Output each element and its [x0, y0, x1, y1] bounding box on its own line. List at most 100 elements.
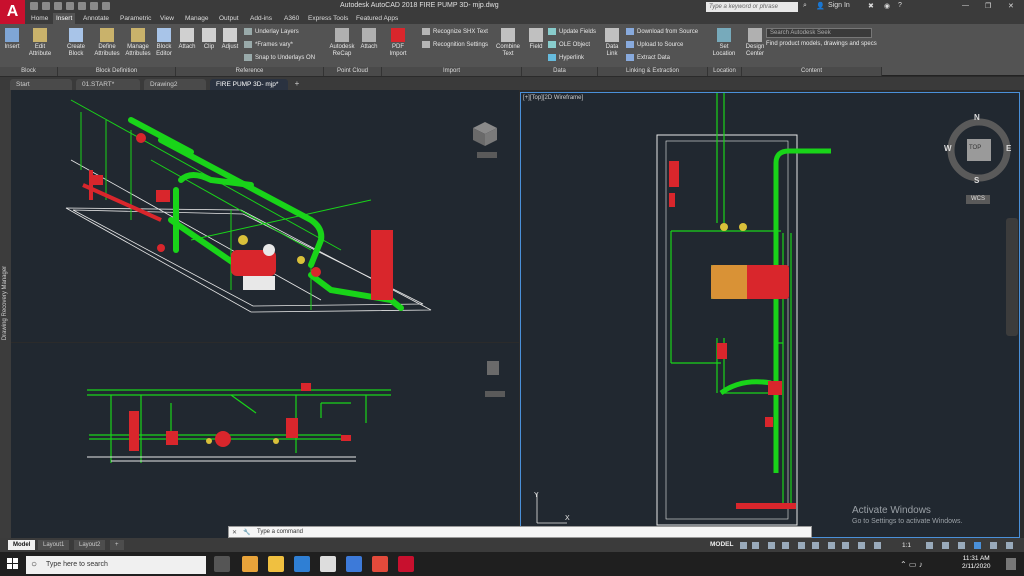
doc-tab-fire-pump[interactable]: FIRE PUMP 3D- mjp*: [210, 79, 288, 90]
clean-screen-icon[interactable]: [990, 542, 997, 549]
layout-tab-layout1[interactable]: Layout1: [38, 540, 70, 550]
save-icon[interactable]: [54, 2, 62, 10]
notifications-icon[interactable]: [1006, 558, 1016, 570]
tab-express-tools[interactable]: Express Tools: [305, 13, 351, 24]
seek-search-input[interactable]: Search Autodesk Seek: [766, 28, 872, 38]
customize-cmd-icon[interactable]: 🔧: [243, 529, 250, 536]
store-icon[interactable]: [320, 556, 336, 572]
print-icon[interactable]: [78, 2, 86, 10]
manage-attributes-button[interactable]: Manage Attributes: [124, 28, 152, 58]
create-block-button[interactable]: Create Block: [64, 28, 88, 58]
adjust-button[interactable]: Adjust: [219, 28, 241, 51]
close-icon[interactable]: ✕: [1008, 2, 1014, 10]
download-source-button[interactable]: Download from Source: [626, 28, 698, 36]
command-input[interactable]: Type a command: [257, 529, 303, 535]
set-location-button[interactable]: Set Location: [710, 28, 738, 58]
viewcube-top[interactable]: TOP: [969, 145, 981, 151]
snap-icon[interactable]: [752, 542, 759, 549]
a360-icon[interactable]: ◉: [884, 2, 890, 10]
tab-a360[interactable]: A360: [281, 13, 302, 24]
doc-tab-drawing2[interactable]: Drawing2: [144, 79, 206, 90]
panel-point-cloud[interactable]: Point Cloud: [324, 67, 382, 76]
pointcloud-attach-button[interactable]: Attach: [358, 28, 380, 51]
panel-linking[interactable]: Linking & Extraction: [598, 67, 708, 76]
help-search-input[interactable]: Type a keyword or phrase: [706, 2, 798, 12]
snap-underlays-dropdown[interactable]: Snap to Underlays ON: [244, 54, 315, 62]
tab-insert[interactable]: Insert: [53, 13, 76, 24]
panel-data[interactable]: Data: [522, 67, 598, 76]
scale-dropdown[interactable]: 1:1: [902, 542, 911, 549]
undo-icon[interactable]: [90, 2, 98, 10]
tab-manage[interactable]: Manage: [182, 13, 212, 24]
annotation-monitor-icon[interactable]: [942, 542, 949, 549]
compass-east[interactable]: E: [1006, 144, 1011, 153]
drawing-recovery-panel[interactable]: Drawing Recovery Manager: [0, 90, 11, 538]
grid-icon[interactable]: [740, 542, 747, 549]
add-layout-icon[interactable]: +: [110, 540, 124, 550]
maximize-icon[interactable]: ❐: [985, 2, 991, 10]
panel-block-definition[interactable]: Block Definition: [58, 67, 176, 76]
close-cmd-icon[interactable]: ✕: [232, 529, 237, 536]
workspace-gear-icon[interactable]: [926, 542, 933, 549]
open-icon[interactable]: [42, 2, 50, 10]
mail-icon[interactable]: [346, 556, 362, 572]
frames-vary-dropdown[interactable]: *Frames vary*: [244, 41, 293, 49]
task-view-icon[interactable]: [214, 556, 230, 572]
underlay-layers-button[interactable]: Underlay Layers: [244, 28, 299, 36]
system-tray-icon[interactable]: ⌃ ▭ ♪: [900, 560, 923, 569]
design-center-button[interactable]: Design Center: [742, 28, 768, 58]
viewport-elevation[interactable]: [11, 343, 519, 538]
file-explorer-icon[interactable]: [268, 556, 284, 572]
layout-tab-layout2[interactable]: Layout2: [74, 540, 106, 550]
clip-button[interactable]: Clip: [200, 28, 218, 51]
customize-icon[interactable]: [1006, 542, 1013, 549]
pdf-import-button[interactable]: PDF Import: [386, 28, 410, 58]
autodesk-recap-button[interactable]: Autodesk ReCap: [328, 28, 356, 58]
block-editor-button[interactable]: Block Editor: [153, 28, 175, 58]
osnap-icon[interactable]: [812, 542, 819, 549]
layout-tab-model[interactable]: Model: [8, 540, 36, 550]
navigation-bar[interactable]: [1006, 218, 1018, 336]
tab-output[interactable]: Output: [216, 13, 242, 24]
data-link-button[interactable]: Data Link: [602, 28, 622, 58]
exchange-icon[interactable]: ✖: [868, 2, 874, 10]
isolate-objects-icon[interactable]: [974, 542, 981, 549]
saveas-icon[interactable]: [66, 2, 74, 10]
isodraft-icon[interactable]: [798, 542, 805, 549]
autocad-logo-icon[interactable]: A: [0, 0, 25, 24]
new-icon[interactable]: [30, 2, 38, 10]
tab-home[interactable]: Home: [28, 13, 51, 24]
compass-west[interactable]: W: [944, 144, 952, 153]
tab-annotate[interactable]: Annotate: [80, 13, 112, 24]
recognize-shx-button[interactable]: Recognize SHX Text: [422, 28, 488, 36]
units-icon[interactable]: [958, 542, 965, 549]
ortho-icon[interactable]: [768, 542, 775, 549]
transparency-icon[interactable]: [842, 542, 849, 549]
panel-location[interactable]: Location: [708, 67, 742, 76]
update-fields-button[interactable]: Update Fields: [548, 28, 596, 36]
selection-cycling-icon[interactable]: [858, 542, 865, 549]
redo-icon[interactable]: [102, 2, 110, 10]
panel-block[interactable]: Block: [0, 67, 58, 76]
panel-content[interactable]: Content: [742, 67, 882, 76]
windows-start-icon[interactable]: [7, 558, 19, 570]
recognition-settings-button[interactable]: Recognition Settings: [422, 41, 488, 49]
edge-icon[interactable]: [294, 556, 310, 572]
viewport-isometric[interactable]: [11, 90, 519, 342]
compass-south[interactable]: S: [974, 176, 979, 185]
ole-object-button[interactable]: OLE Object: [548, 41, 590, 49]
chrome-icon[interactable]: [372, 556, 388, 572]
upload-source-button[interactable]: Upload to Source: [626, 41, 683, 49]
lineweight-icon[interactable]: [828, 542, 835, 549]
viewport-top[interactable]: Y X: [520, 92, 1020, 538]
insert-button[interactable]: Insert: [2, 28, 22, 51]
extract-data-button[interactable]: Extract Data: [626, 54, 670, 62]
taskbar-search-input[interactable]: Type here to search: [26, 556, 206, 574]
clock[interactable]: 11:31 AM 2/11/2020: [962, 555, 990, 571]
panel-reference[interactable]: Reference: [176, 67, 324, 76]
autocad-taskbar-icon[interactable]: [398, 556, 414, 572]
field-button[interactable]: Field: [527, 28, 545, 51]
polar-icon[interactable]: [782, 542, 789, 549]
combine-text-button[interactable]: Combine Text: [494, 28, 522, 58]
tab-featured-apps[interactable]: Featured Apps: [353, 13, 401, 24]
